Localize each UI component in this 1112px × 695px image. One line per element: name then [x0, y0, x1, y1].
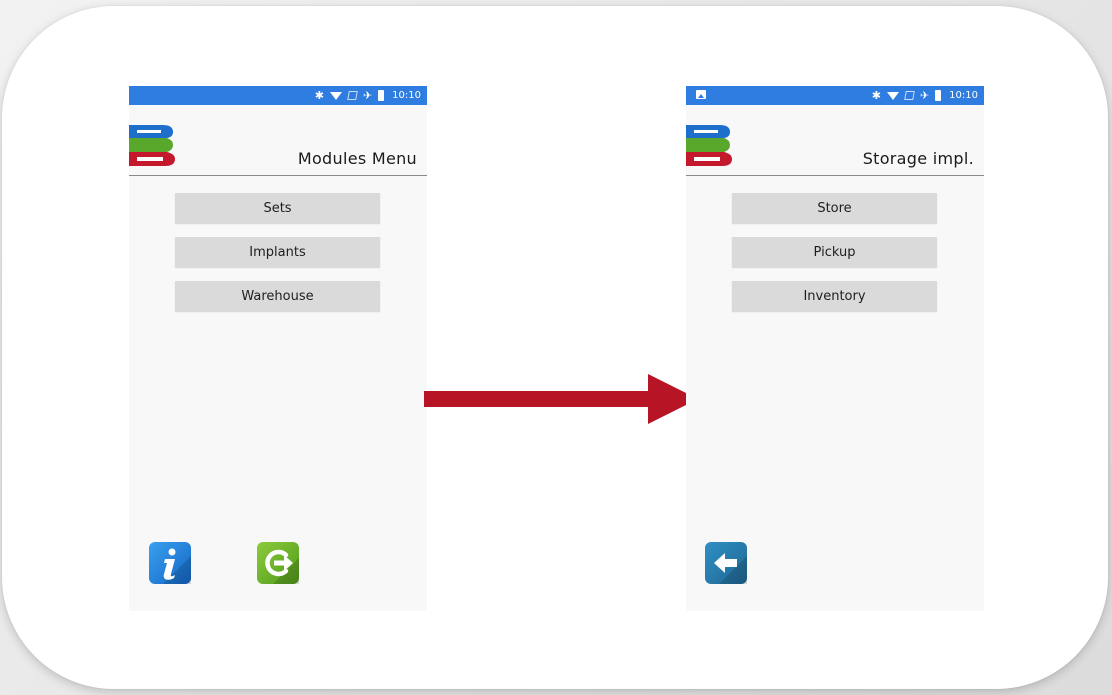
battery-icon [378, 90, 385, 101]
implants-button[interactable]: Implants [175, 237, 380, 267]
status-bar: ✱ ✈ 10:10 [686, 86, 984, 105]
background: ✱ ✈ 10:10 Modules Menu Sets Implants War… [0, 0, 1112, 695]
info-button[interactable] [149, 542, 191, 584]
airplane-icon: ✈ [919, 89, 930, 102]
app-logo [129, 125, 175, 166]
wifi-icon [886, 91, 899, 100]
image-notification-icon [696, 90, 706, 99]
back-button[interactable] [705, 542, 747, 584]
warehouse-button[interactable]: Warehouse [175, 281, 380, 311]
status-icons: ✱ ✈ 10:10 [315, 89, 421, 102]
header-divider [129, 175, 427, 176]
no-sim-icon [904, 91, 915, 100]
inventory-button[interactable]: Inventory [732, 281, 937, 311]
store-button[interactable]: Store [732, 193, 937, 223]
wifi-icon [329, 91, 342, 100]
phone-screen-modules-menu: ✱ ✈ 10:10 Modules Menu Sets Implants War… [129, 86, 427, 611]
battery-icon [935, 90, 942, 101]
status-time: 10:10 [949, 90, 978, 101]
back-arrow-icon [714, 553, 747, 584]
info-icon [163, 548, 191, 584]
bluetooth-icon: ✱ [871, 89, 881, 102]
page-title: Storage impl. [862, 149, 974, 168]
pickup-button[interactable]: Pickup [732, 237, 937, 267]
status-bar: ✱ ✈ 10:10 [129, 86, 427, 105]
logout-icon [265, 549, 299, 584]
status-icons: ✱ ✈ 10:10 [872, 89, 978, 102]
no-sim-icon [347, 91, 358, 100]
transition-arrow [424, 374, 698, 424]
app-logo [686, 125, 732, 166]
header-divider [686, 175, 984, 176]
phone-screen-storage-impl: ✱ ✈ 10:10 Storage impl. Store Pickup Inv… [686, 86, 984, 611]
logout-button[interactable] [257, 542, 299, 584]
page-title: Modules Menu [297, 149, 417, 168]
logo-green-segment [686, 138, 730, 152]
sets-button[interactable]: Sets [175, 193, 380, 223]
logo-green-segment [129, 138, 173, 152]
status-time: 10:10 [392, 90, 421, 101]
airplane-icon: ✈ [362, 89, 373, 102]
bluetooth-icon: ✱ [314, 89, 324, 102]
